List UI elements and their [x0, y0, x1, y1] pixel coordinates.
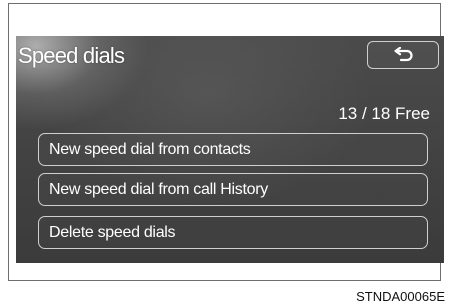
new-speed-dial-from-call-history-button[interactable]: New speed dial from call History: [38, 173, 428, 206]
back-button[interactable]: [367, 41, 439, 69]
free-slots-count: 13 / 18 Free: [338, 104, 430, 123]
new-speed-dial-from-contacts-button[interactable]: New speed dial from contacts: [38, 133, 428, 166]
menu-item-label: New speed dial from call History: [49, 180, 268, 198]
menu-item-label: New speed dial from contacts: [49, 140, 251, 158]
menu-item-label: Delete speed dials: [49, 223, 176, 241]
page-title: Speed dials: [18, 43, 125, 68]
delete-speed-dials-button[interactable]: Delete speed dials: [38, 216, 428, 249]
return-arrow-icon: [392, 47, 414, 63]
figure-code: STNDA00065E: [356, 289, 445, 304]
speed-dials-screen: Speed dials 13 / 18 Free New speed dial …: [16, 36, 444, 263]
